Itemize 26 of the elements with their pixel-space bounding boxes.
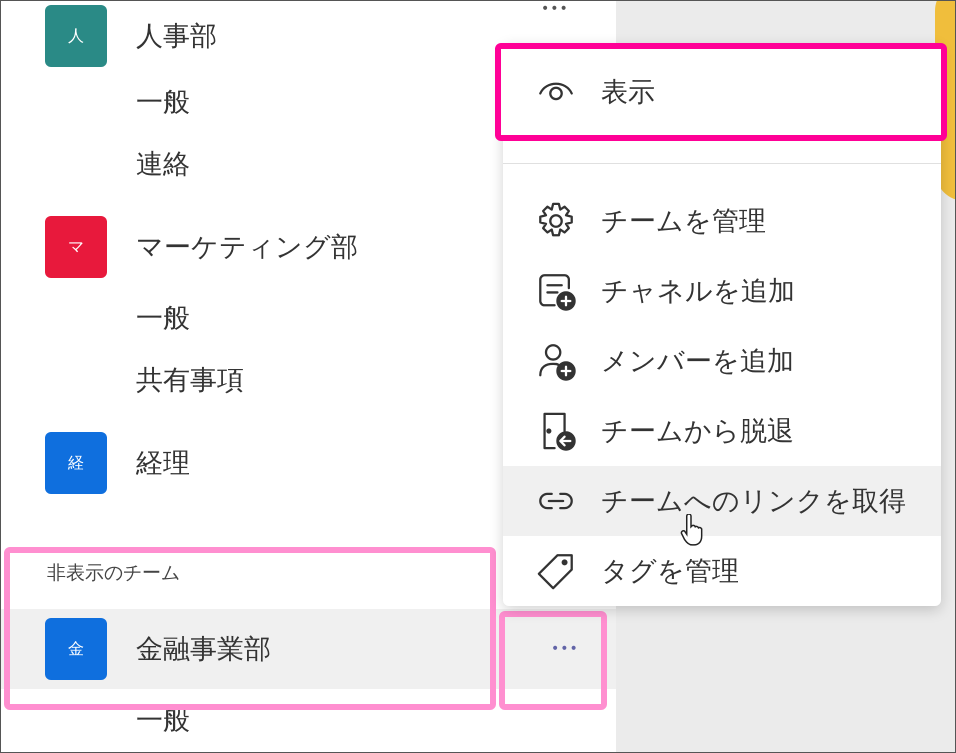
team-avatar: マ bbox=[45, 216, 107, 278]
team-avatar: 金 bbox=[45, 618, 107, 680]
more-options-button[interactable]: ••• bbox=[535, 1, 575, 21]
team-name[interactable]: 人事部 bbox=[136, 18, 217, 54]
more-options-button[interactable]: ••• bbox=[545, 637, 585, 661]
team-name[interactable]: マーケティング部 bbox=[136, 229, 358, 265]
hand-cursor-icon bbox=[679, 514, 703, 546]
add-person-icon bbox=[536, 341, 576, 381]
menu-item[interactable]: メンバーを追加 bbox=[503, 326, 941, 396]
menu-item[interactable]: チームから脱退 bbox=[503, 396, 941, 466]
team-row[interactable]: 金 金融事業部 ••• bbox=[1, 609, 616, 689]
menu-item[interactable]: タグを管理 bbox=[503, 536, 941, 606]
menu-item[interactable]: チャネルを追加 bbox=[503, 256, 941, 326]
section-title: 非表示のチーム bbox=[47, 561, 180, 586]
menu-item[interactable]: チームを管理 bbox=[503, 186, 941, 256]
team-name[interactable]: 経理 bbox=[136, 445, 190, 481]
tag-icon bbox=[536, 551, 576, 591]
channel-name[interactable]: 一般 bbox=[136, 300, 190, 336]
team-name[interactable]: 金融事業部 bbox=[136, 631, 271, 667]
team-avatar: 人 bbox=[45, 5, 107, 67]
menu-item[interactable]: 表示 bbox=[495, 43, 947, 141]
add-channel-icon bbox=[536, 271, 576, 311]
channel-name[interactable]: 共有事項 bbox=[136, 362, 244, 398]
team-avatar: 経 bbox=[45, 432, 107, 494]
channel-name[interactable]: 一般 bbox=[136, 84, 190, 120]
channel-name[interactable]: 連絡 bbox=[136, 146, 190, 182]
